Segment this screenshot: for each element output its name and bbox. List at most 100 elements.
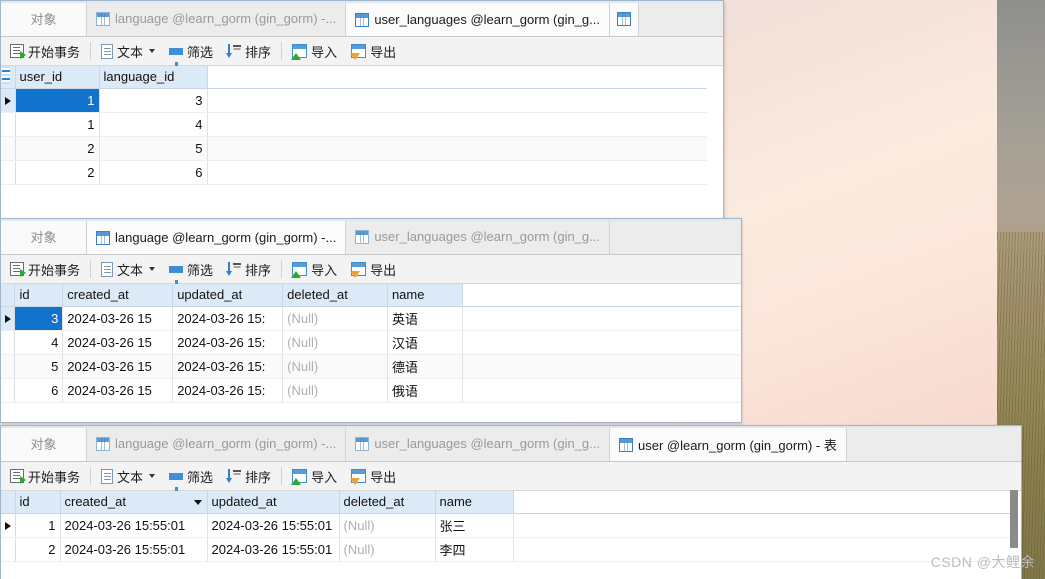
tab-user-languages[interactable]: user_languages @learn_gorm (gin_g... xyxy=(346,1,610,36)
begin-transaction-button[interactable]: 开始事务 xyxy=(3,39,87,64)
cell-deleted-at[interactable]: (Null) xyxy=(339,513,436,538)
cell-name[interactable]: 汉语 xyxy=(387,330,463,355)
cell-created-at[interactable]: 2024-03-26 15 xyxy=(62,306,174,331)
column-header-user-id[interactable]: user_id xyxy=(15,66,100,89)
cell-updated-at[interactable]: 2024-03-26 15:55:01 xyxy=(207,537,340,562)
toolbar[interactable]: 开始事务 文本 筛选 排序 导入 导出 xyxy=(1,255,741,286)
text-button[interactable]: 文本 xyxy=(94,257,162,282)
cell-updated-at[interactable]: 2024-03-26 15: xyxy=(172,378,284,403)
filter-button[interactable]: 筛选 xyxy=(162,39,220,68)
data-grid[interactable]: id created_at updated_at deleted_at name… xyxy=(1,284,741,403)
cell-created-at[interactable]: 2024-03-26 15 xyxy=(62,378,174,403)
cell-deleted-at[interactable]: (Null) xyxy=(339,537,436,562)
tab-user[interactable]: user @learn_gorm (gin_gorm) - 表 xyxy=(609,426,847,461)
column-header-id[interactable]: id xyxy=(15,491,61,514)
table-row[interactable]: 6 2024-03-26 15 2024-03-26 15: (Null) 俄语 xyxy=(1,378,741,403)
import-button[interactable]: 导入 xyxy=(285,464,344,489)
chevron-down-icon[interactable] xyxy=(149,267,156,271)
tab-language[interactable]: language @learn_gorm (gin_gorm) -... xyxy=(87,219,347,254)
column-header-language-id[interactable]: language_id xyxy=(99,66,208,89)
chevron-down-icon[interactable] xyxy=(149,49,156,53)
cell-created-at[interactable]: 2024-03-26 15 xyxy=(62,330,174,355)
tab-extra[interactable] xyxy=(609,1,639,36)
table-row[interactable]: 2 5 xyxy=(1,136,707,161)
toolbar[interactable]: 开始事务 文本 筛选 排序 导入 导出 xyxy=(1,37,723,68)
tab-user-languages[interactable]: user_languages @learn_gorm (gin_g... xyxy=(346,219,610,254)
export-button[interactable]: 导出 xyxy=(344,257,403,282)
column-header-id[interactable]: id xyxy=(14,284,64,307)
cell-updated-at[interactable]: 2024-03-26 15:55:01 xyxy=(207,513,340,538)
text-button[interactable]: 文本 xyxy=(94,464,162,489)
begin-transaction-button[interactable]: 开始事务 xyxy=(3,464,87,489)
column-header-created-at[interactable]: created_at xyxy=(62,284,174,307)
row-marker[interactable] xyxy=(1,160,16,185)
table-row[interactable]: 5 2024-03-26 15 2024-03-26 15: (Null) 德语 xyxy=(1,354,741,379)
sort-chevron-down-icon[interactable] xyxy=(193,499,202,505)
tab-language[interactable]: language @learn_gorm (gin_gorm) -... xyxy=(87,1,347,36)
begin-transaction-button[interactable]: 开始事务 xyxy=(3,257,87,282)
cell-language-id[interactable]: 3 xyxy=(99,88,208,113)
cell-language-id[interactable]: 6 xyxy=(99,160,208,185)
row-marker[interactable] xyxy=(1,306,16,331)
column-header-updated-at[interactable]: updated_at xyxy=(172,284,284,307)
tab-strip[interactable]: 对象 language @learn_gorm (gin_gorm) -... … xyxy=(1,219,741,255)
table-row[interactable]: 1 3 xyxy=(1,88,707,113)
data-grid-container[interactable]: id created_at updated_at deleted_at name xyxy=(1,491,1021,577)
sort-button[interactable]: 排序 xyxy=(220,464,278,489)
cell-language-id[interactable]: 5 xyxy=(99,136,208,161)
table-row[interactable]: 2 2024-03-26 15:55:01 2024-03-26 15:55:0… xyxy=(1,537,1013,562)
import-button[interactable]: 导入 xyxy=(285,39,344,64)
export-button[interactable]: 导出 xyxy=(344,464,403,489)
data-grid-container[interactable]: user_id language_id 1 3 1 4 2 5 2 6 xyxy=(1,66,723,220)
column-header-name[interactable]: name xyxy=(387,284,463,307)
cell-created-at[interactable]: 2024-03-26 15:55:01 xyxy=(60,537,208,562)
cell-id[interactable]: 3 xyxy=(14,306,64,331)
cell-user-id[interactable]: 1 xyxy=(15,88,100,113)
cell-name[interactable]: 俄语 xyxy=(387,378,463,403)
cell-deleted-at[interactable]: (Null) xyxy=(282,330,388,355)
export-button[interactable]: 导出 xyxy=(344,39,403,64)
cell-deleted-at[interactable]: (Null) xyxy=(282,306,388,331)
row-marker[interactable] xyxy=(1,513,16,538)
cell-id[interactable]: 6 xyxy=(14,378,64,403)
tab-language[interactable]: language @learn_gorm (gin_gorm) -... xyxy=(87,426,347,461)
row-marker[interactable] xyxy=(1,136,16,161)
navicat-window-language[interactable]: 对象 language @learn_gorm (gin_gorm) -... … xyxy=(0,218,742,423)
cell-id[interactable]: 5 xyxy=(14,354,64,379)
tab-user-languages[interactable]: user_languages @learn_gorm (gin_g... xyxy=(346,426,610,461)
row-marker[interactable] xyxy=(1,66,16,137)
chevron-down-icon[interactable] xyxy=(149,474,156,478)
text-button[interactable]: 文本 xyxy=(94,39,162,64)
sort-button[interactable]: 排序 xyxy=(220,257,278,282)
column-header-deleted-at[interactable]: deleted_at xyxy=(282,284,388,307)
table-row[interactable]: 3 2024-03-26 15 2024-03-26 15: (Null) 英语 xyxy=(1,306,741,331)
tab-objects[interactable]: 对象 xyxy=(1,426,87,461)
cell-created-at[interactable]: 2024-03-26 15:55:01 xyxy=(60,513,208,538)
cell-updated-at[interactable]: 2024-03-26 15: xyxy=(172,354,284,379)
cell-user-id[interactable]: 2 xyxy=(15,160,100,185)
cell-user-id[interactable]: 1 xyxy=(15,112,100,137)
filter-button[interactable]: 筛选 xyxy=(162,257,220,286)
data-grid[interactable]: user_id language_id 1 3 1 4 2 5 2 6 xyxy=(1,66,707,185)
cell-created-at[interactable]: 2024-03-26 15 xyxy=(62,354,174,379)
cell-name[interactable]: 张三 xyxy=(435,513,514,538)
tab-strip[interactable]: 对象 language @learn_gorm (gin_gorm) -... … xyxy=(1,1,723,37)
navicat-window-user-languages[interactable]: 对象 language @learn_gorm (gin_gorm) -... … xyxy=(0,0,724,221)
cell-updated-at[interactable]: 2024-03-26 15: xyxy=(172,306,284,331)
cell-id[interactable]: 1 xyxy=(15,513,61,538)
cell-name[interactable]: 英语 xyxy=(387,306,463,331)
tab-objects[interactable]: 对象 xyxy=(1,219,87,254)
cell-language-id[interactable]: 4 xyxy=(99,112,208,137)
cell-user-id[interactable]: 2 xyxy=(15,136,100,161)
table-row[interactable]: 1 4 xyxy=(1,66,707,137)
row-marker[interactable] xyxy=(1,537,16,562)
filter-button[interactable]: 筛选 xyxy=(162,464,220,493)
data-grid-container[interactable]: id created_at updated_at deleted_at name… xyxy=(1,284,741,419)
column-header-deleted-at[interactable]: deleted_at xyxy=(339,491,436,514)
row-marker[interactable] xyxy=(1,378,16,403)
sort-button[interactable]: 排序 xyxy=(220,39,278,64)
table-row[interactable]: 4 2024-03-26 15 2024-03-26 15: (Null) 汉语 xyxy=(1,330,741,355)
row-marker[interactable] xyxy=(1,88,16,113)
navicat-window-user[interactable]: 对象 language @learn_gorm (gin_gorm) -... … xyxy=(0,425,1022,579)
toolbar[interactable]: 开始事务 文本 筛选 排序 导入 导出 xyxy=(1,462,1021,493)
